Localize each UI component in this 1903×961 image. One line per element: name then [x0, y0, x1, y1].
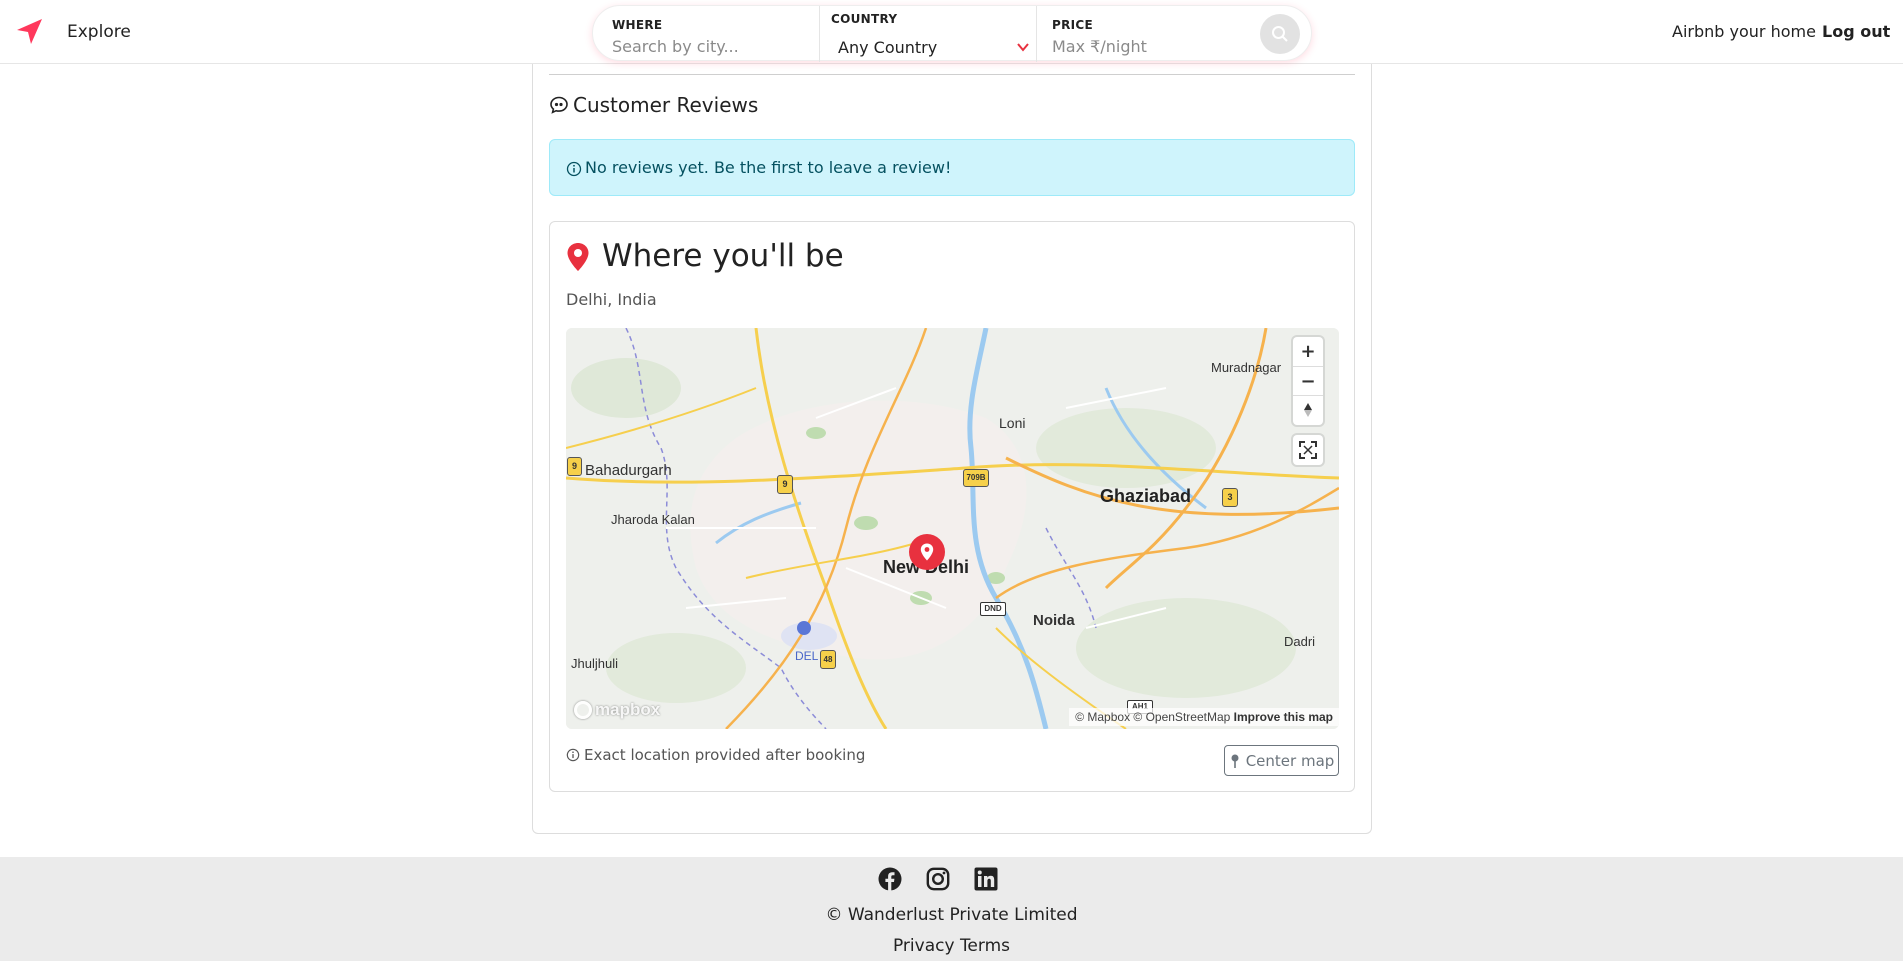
route-shield: 3: [1222, 488, 1238, 507]
explore-link[interactable]: Explore: [67, 22, 131, 42]
route-shield: DND: [980, 602, 1006, 616]
route-shield: 48: [820, 650, 836, 669]
map-navigation-controls: + −: [1293, 337, 1323, 425]
price-label: PRICE: [1052, 18, 1094, 32]
reviews-heading-text: Customer Reviews: [573, 93, 759, 117]
zoom-out-button[interactable]: −: [1293, 366, 1323, 395]
instagram-icon[interactable]: [926, 867, 950, 891]
logout-link[interactable]: Log out: [1822, 22, 1890, 41]
no-reviews-alert: No reviews yet. Be the first to leave a …: [549, 139, 1355, 196]
center-map-button[interactable]: Center map: [1224, 745, 1339, 776]
search-bar: WHERE COUNTRY Any Country PRICE: [592, 5, 1312, 62]
location-map[interactable]: Muradnagar Loni Bahadurgarh Ghaziabad Jh…: [566, 328, 1339, 729]
center-map-label: Center map: [1245, 751, 1335, 770]
country-select[interactable]: COUNTRY Any Country: [819, 6, 1037, 62]
map-label-dadri: Dadri: [1284, 634, 1316, 649]
map-label-ghaziabad: Ghaziabad: [1100, 486, 1192, 506]
map-label-jhuljhuli: Jhuljhuli: [571, 656, 618, 671]
route-shield: 9: [567, 457, 582, 476]
location-subtitle: Delhi, India: [566, 290, 657, 309]
info-icon: [566, 161, 582, 177]
location-card: Where you'll be Delhi, India Muradnagar …: [549, 221, 1355, 792]
route-shield: 709B: [963, 469, 989, 487]
map-pin-icon: [567, 243, 589, 271]
info-icon: [566, 748, 580, 762]
map-label-jharoda-kalan: Jharoda Kalan: [611, 512, 695, 527]
attribution-text[interactable]: © Mapbox © OpenStreetMap: [1075, 710, 1230, 724]
where-input[interactable]: [612, 35, 802, 57]
map-attribution: © Mapbox © OpenStreetMap Improve this ma…: [1069, 708, 1339, 726]
mapbox-logo-text: mapbox: [595, 700, 661, 719]
search-icon: [1272, 26, 1288, 42]
zoom-in-button[interactable]: +: [1293, 337, 1323, 366]
country-value[interactable]: Any Country: [838, 38, 937, 57]
where-label: WHERE: [612, 18, 663, 32]
map-label-bahadurgarh: Bahadurgarh: [585, 462, 672, 479]
no-reviews-text: No reviews yet. Be the first to leave a …: [585, 158, 952, 177]
compass-button[interactable]: [1293, 395, 1323, 424]
fullscreen-icon: [1299, 441, 1317, 459]
navbar: Explore WHERE COUNTRY Any Country PRICE …: [0, 0, 1903, 64]
reviews-heading: Customer Reviews: [549, 92, 758, 118]
linkedin-icon[interactable]: [974, 867, 998, 891]
mapbox-logo[interactable]: mapbox: [574, 700, 660, 720]
compass-icon: [1304, 403, 1312, 417]
exact-location-text: Exact location provided after booking: [584, 746, 866, 764]
location-title: Where you'll be: [602, 238, 844, 274]
pin-icon: [1231, 754, 1239, 768]
map-label-del-airport: DEL: [795, 649, 819, 663]
footer: © Wanderlust Private Limited Privacy Ter…: [0, 857, 1903, 961]
fullscreen-button[interactable]: [1293, 435, 1323, 465]
where-field[interactable]: WHERE: [593, 6, 819, 62]
improve-map-link[interactable]: Improve this map: [1234, 710, 1333, 724]
airbnb-your-home-link[interactable]: Airbnb your home: [1672, 22, 1816, 41]
price-input[interactable]: [1052, 35, 1242, 57]
map-label-muradnagar: Muradnagar: [1211, 360, 1282, 375]
map-label-loni: Loni: [999, 415, 1026, 431]
country-label: COUNTRY: [831, 12, 898, 26]
exact-location-note: Exact location provided after booking: [566, 746, 865, 764]
chevron-down-icon[interactable]: [1016, 40, 1030, 54]
route-shield: 9: [777, 475, 793, 494]
chat-quote-icon: [550, 96, 568, 114]
copyright: © Wanderlust Private Limited: [825, 905, 1078, 925]
map-canvas: [566, 328, 1339, 729]
map-label-noida: Noida: [1033, 612, 1075, 629]
social-links: [878, 867, 998, 891]
search-button[interactable]: [1260, 14, 1300, 54]
facebook-icon[interactable]: [878, 867, 902, 891]
compass-arrow-icon[interactable]: [14, 16, 44, 46]
section-divider: [549, 74, 1355, 75]
location-marker[interactable]: [909, 534, 945, 570]
map-pin-icon: [920, 543, 934, 561]
footer-links[interactable]: Privacy Terms: [0, 936, 1903, 956]
